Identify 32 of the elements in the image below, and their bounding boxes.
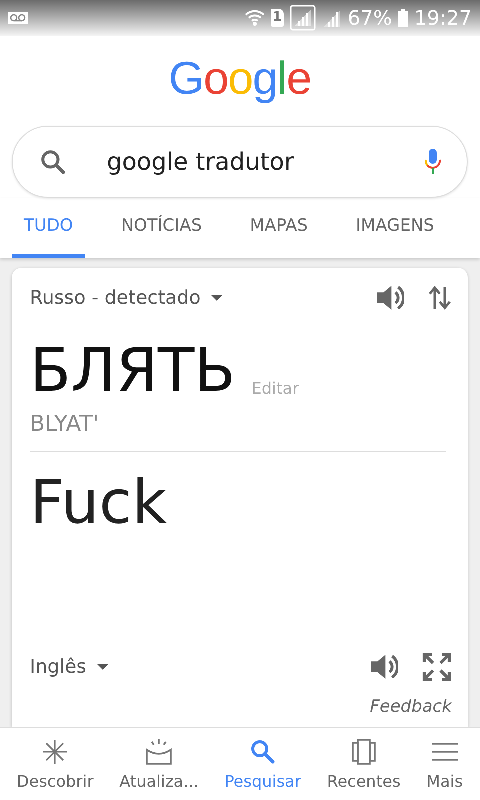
nav-item[interactable]: Descobrir: [16, 772, 94, 790]
voicemail-icon: [8, 12, 28, 24]
translated-text: Fuck: [30, 468, 168, 538]
swap-icon[interactable]: [428, 284, 452, 312]
tray-icon[interactable]: [145, 738, 174, 766]
battery-percent: 67%: [348, 6, 392, 30]
fullscreen-icon[interactable]: [422, 652, 452, 682]
transliteration: BLYAT': [30, 412, 100, 437]
search-icon[interactable]: [249, 738, 278, 766]
signal-icon: [290, 5, 316, 31]
microphone-icon[interactable]: [425, 148, 441, 176]
logo: Google: [168, 52, 312, 106]
tab[interactable]: MAPAS: [238, 198, 320, 258]
language-dropdown[interactable]: Inglês: [30, 656, 109, 678]
search-icon[interactable]: [39, 148, 67, 176]
sparkle-icon[interactable]: [41, 738, 70, 766]
clock: 19:27: [414, 6, 472, 30]
cards-icon[interactable]: [350, 738, 378, 766]
language-dropdown[interactable]: Russo - detectado: [30, 287, 223, 309]
tab[interactable]: IMAGENS: [344, 198, 446, 258]
sim-slot-badge: 1: [270, 9, 284, 27]
search-bar[interactable]: google tradutor: [12, 126, 468, 198]
feedback-link[interactable]: Feedback: [370, 697, 452, 717]
tab[interactable]: NOTÍCIAS: [109, 198, 214, 258]
nav-item[interactable]: Pesquisar: [224, 772, 302, 790]
source-text: БЛЯТЬ: [30, 336, 236, 406]
battery-icon: [398, 9, 408, 27]
nav-item[interactable]: Atualiza...: [120, 772, 199, 790]
nav-item[interactable]: Mais: [426, 772, 464, 790]
wifi-icon: [244, 9, 265, 27]
search-field[interactable]: google tradutor: [105, 147, 425, 177]
nav-item[interactable]: Recentes: [327, 772, 401, 790]
